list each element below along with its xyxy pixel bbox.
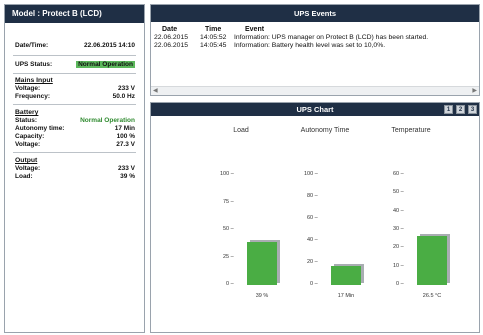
autonomy-time-label: Autonomy time:	[15, 125, 65, 132]
mains-frequency-row: Frequency: 50.0 Hz	[15, 93, 135, 100]
mains-voltage-row: Voltage: 233 V	[15, 85, 135, 92]
info-panel: Model : Protect B (LCD) Date/Time: 22.06…	[4, 4, 145, 333]
datetime-value: 22.06.2015 14:10	[84, 42, 135, 49]
model-header: Model : Protect B (LCD)	[5, 5, 144, 23]
autonomy-time-value: 17 Min	[114, 125, 135, 132]
divider	[13, 55, 136, 56]
temperature-y-axis	[413, 175, 414, 285]
autonomy-time-chart-title: Autonomy Time	[300, 127, 350, 134]
capacity-row: Capacity: 100 %	[15, 133, 135, 140]
autonomy-time-y-axis	[327, 175, 328, 285]
autonomy-time-tick-label: 80 –	[307, 193, 318, 199]
load-tick-label: 100 –	[220, 171, 234, 177]
temperature-tick-label: 60 –	[393, 171, 404, 177]
page-button-2[interactable]: 2	[456, 105, 465, 114]
autonomy-time-tick-label: 100 –	[304, 171, 318, 177]
temperature-tick-label: 30 –	[393, 226, 404, 232]
column-header-event: Event	[245, 26, 265, 33]
events-header: UPS Events	[151, 5, 479, 22]
event-text: Information: Battery health level was se…	[234, 42, 386, 49]
capacity-value: 100 %	[116, 133, 135, 140]
mains-voltage-value: 233 V	[118, 85, 135, 92]
page-button-3[interactable]: 3	[468, 105, 477, 114]
divider	[13, 104, 136, 105]
battery-voltage-label: Voltage:	[15, 141, 41, 148]
horizontal-scrollbar[interactable]: ◀ ▶	[151, 86, 479, 95]
output-voltage-label: Voltage:	[15, 165, 41, 172]
datetime-row: Date/Time: 22.06.2015 14:10	[15, 42, 135, 49]
battery-status-row: Status: Normal Operation	[15, 117, 135, 124]
output-load-label: Load:	[15, 173, 33, 180]
ups-status-row: UPS Status: Normal Operation	[15, 61, 135, 68]
temperature-value-label: 26.5 °C	[422, 293, 442, 299]
divider	[13, 152, 136, 153]
ups-events-panel: UPS Events Date Time Event 22.06.2015 14…	[150, 4, 480, 96]
capacity-label: Capacity:	[15, 133, 45, 140]
battery-title: Battery	[15, 109, 39, 116]
load-chart-title: Load	[233, 127, 249, 134]
autonomy-time-tick-label: 0 –	[310, 281, 318, 287]
load-y-axis	[243, 175, 244, 285]
event-date: 22.06.2015	[154, 42, 189, 49]
status-badge: Normal Operation	[76, 61, 135, 68]
autonomy-time-bar	[331, 266, 361, 285]
load-tick-label: 75 –	[223, 198, 234, 205]
ups-chart-panel: UPS Chart 1 2 3 Load 0 – 25 – 50 – 75 – 100 –…	[150, 102, 480, 333]
scroll-left-icon[interactable]: ◀	[153, 87, 158, 96]
battery-status-label: Status:	[15, 117, 38, 124]
battery-voltage-row: Voltage: 27.3 V	[15, 141, 135, 148]
load-tick-label: 50 –	[223, 226, 234, 232]
temperature-tick-label: 0 –	[396, 281, 404, 287]
load-tick-label: 25 –	[223, 253, 234, 260]
datetime-label: Date/Time:	[15, 42, 49, 49]
mains-frequency-label: Frequency:	[15, 93, 51, 100]
output-voltage-row: Voltage: 233 V	[15, 165, 135, 172]
event-date: 22.06.2015	[154, 34, 189, 41]
temperature-bar	[417, 236, 447, 285]
autonomy-time-tick-label: 60 –	[307, 215, 318, 221]
output-load-row: Load: 39 %	[15, 173, 135, 180]
output-title: Output	[15, 157, 38, 164]
output-load-value: 39 %	[120, 173, 135, 180]
temperature-chart-title: Temperature	[391, 127, 431, 134]
column-header-date: Date	[162, 26, 178, 33]
chart-title: UPS Chart	[296, 105, 334, 114]
autonomy-time-row: Autonomy time: 17 Min	[15, 125, 135, 132]
mains-input-title: Mains Input	[15, 77, 53, 84]
battery-voltage-value: 27.3 V	[116, 141, 135, 148]
autonomy-time-tick-label: 40 –	[307, 237, 318, 243]
load-tick-label: 0 –	[226, 281, 234, 287]
event-time: 14:05:45	[200, 42, 227, 49]
autonomy-time-tick-label: 20 –	[307, 259, 318, 265]
event-time: 14:05:52	[200, 34, 227, 41]
temperature-tick-label: 20 –	[393, 244, 404, 251]
mains-voltage-label: Voltage:	[15, 85, 41, 92]
divider	[13, 73, 136, 74]
temperature-tick-label: 40 –	[393, 207, 404, 214]
output-voltage-value: 233 V	[118, 165, 135, 172]
page-button-1[interactable]: 1	[444, 105, 453, 114]
temperature-tick-label: 50 –	[393, 189, 404, 196]
load-value-label: 39 %	[255, 293, 269, 299]
autonomy-time-value-label: 17 Min	[337, 293, 355, 299]
battery-status-value: Normal Operation	[80, 117, 135, 124]
temperature-tick-label: 10 –	[393, 262, 404, 269]
event-text: Information: UPS manager on Protect B (L…	[234, 34, 429, 41]
ups-status-label: UPS Status:	[15, 61, 53, 68]
chart-header: UPS Chart 1 2 3	[151, 103, 479, 116]
mains-frequency-value: 50.0 Hz	[112, 93, 135, 100]
load-bar	[247, 242, 277, 285]
scroll-right-icon[interactable]: ▶	[472, 87, 477, 96]
column-header-time: Time	[205, 26, 222, 33]
